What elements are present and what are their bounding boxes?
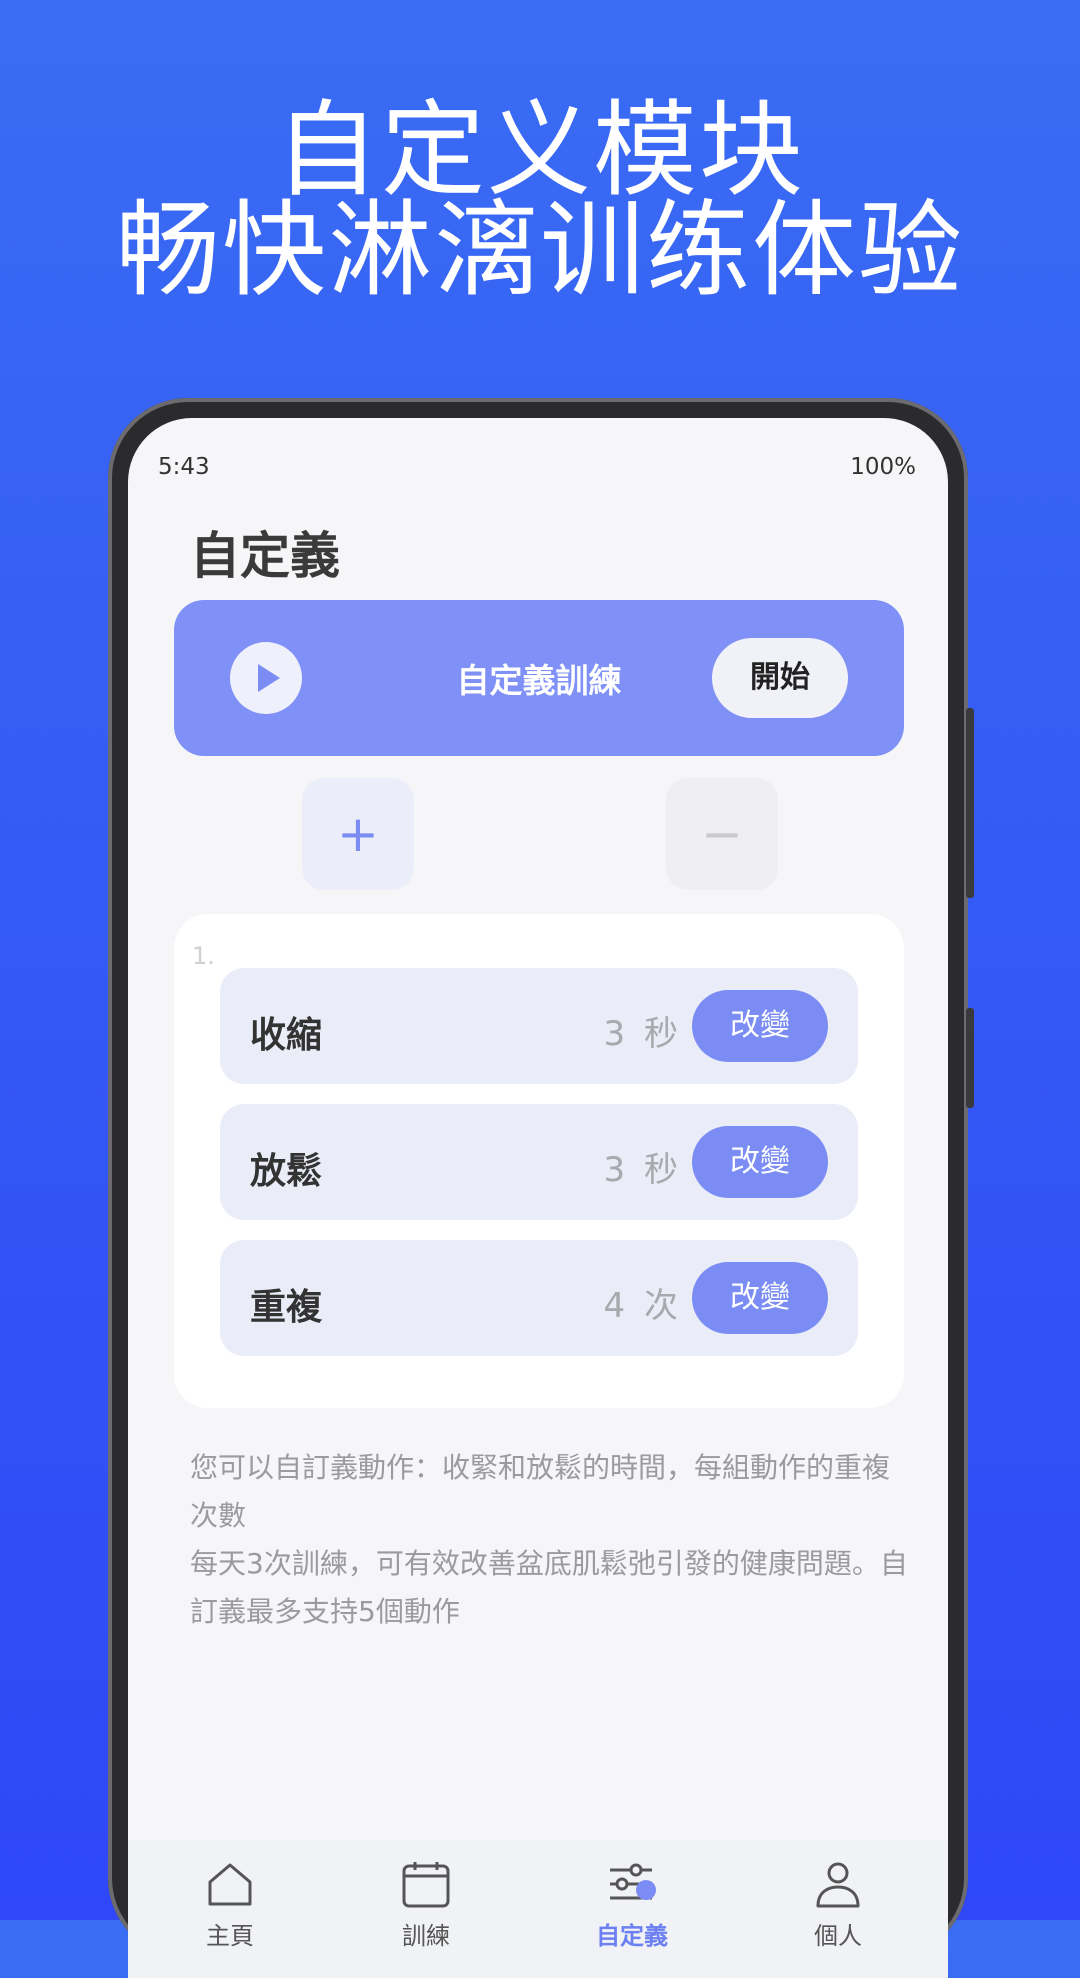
change-button-repeat[interactable]: 改變 <box>692 1262 828 1334</box>
action-row-label: 收縮 <box>250 1015 323 1056</box>
tab-home[interactable]: 主頁 <box>160 1860 300 1951</box>
calendar-icon <box>402 1862 450 1908</box>
action-row-value: 3 秒 <box>603 1150 682 1190</box>
description-line-2: 每天3次訓練，可有效改善盆底肌鬆弛引發的健康問題。自訂義最多支持5個動作 <box>190 1547 908 1628</box>
tab-label: 主頁 <box>206 1922 254 1950</box>
bottom-tab-bar: 主頁 訓練 自定義 個人 <box>128 1840 948 1978</box>
change-button-relax[interactable]: 改變 <box>692 1126 828 1198</box>
remove-action-button[interactable]: − <box>666 778 778 890</box>
action-row-label: 放鬆 <box>250 1151 323 1192</box>
phone-power-button <box>966 1008 974 1108</box>
page-title: 自定義 <box>190 527 340 585</box>
promo-headline: 自定义模块 畅快淋漓训练体验 <box>0 89 1080 311</box>
add-action-button[interactable]: + <box>302 778 414 890</box>
custom-training-card: 自定義訓練 開始 <box>174 600 904 756</box>
promo-line-1: 自定义模块 <box>274 89 805 211</box>
description-line-1: 您可以自訂義動作：收緊和放鬆的時間，每組動作的重複次數 <box>190 1451 891 1532</box>
promo-line-2: 畅快淋漓训练体验 <box>115 189 964 311</box>
action-row-relax: 放鬆 3 秒 改變 <box>220 1104 858 1220</box>
status-battery: 100% <box>850 454 916 480</box>
app-screen: 5:43 100% 自定義 自定義訓練 開始 + − 1. 收縮 3 秒 改變 … <box>128 418 948 1978</box>
action-row-value: 4 次 <box>603 1286 682 1326</box>
action-group-index: 1. <box>192 942 215 970</box>
description-note: 您可以自訂義動作：收緊和放鬆的時間，每組動作的重複次數 每天3次訓練，可有效改善… <box>190 1444 910 1636</box>
action-row-contract: 收縮 3 秒 改變 <box>220 968 858 1084</box>
start-button[interactable]: 開始 <box>712 638 848 718</box>
action-row-label: 重複 <box>250 1287 323 1328</box>
action-row-value: 3 秒 <box>603 1014 682 1054</box>
tab-label: 自定義 <box>596 1922 668 1950</box>
tab-profile[interactable]: 個人 <box>768 1860 908 1951</box>
home-icon <box>208 1863 252 1906</box>
tab-custom[interactable]: 自定義 <box>562 1860 702 1951</box>
tab-label: 個人 <box>814 1922 862 1950</box>
phone-frame: 5:43 100% 自定義 自定義訓練 開始 + − 1. 收縮 3 秒 改變 … <box>108 398 974 1978</box>
action-row-repeat: 重複 4 次 改變 <box>220 1240 858 1356</box>
change-button-contract[interactable]: 改變 <box>692 990 828 1062</box>
status-time: 5:43 <box>158 454 210 480</box>
person-icon <box>816 1862 860 1908</box>
action-group-card: 1. 收縮 3 秒 改變 放鬆 3 秒 改變 重複 4 次 改變 <box>174 914 904 1408</box>
phone-volume-button <box>966 708 974 898</box>
sliders-icon <box>610 1863 656 1900</box>
tab-training[interactable]: 訓練 <box>356 1860 496 1951</box>
tab-label: 訓練 <box>402 1922 450 1950</box>
